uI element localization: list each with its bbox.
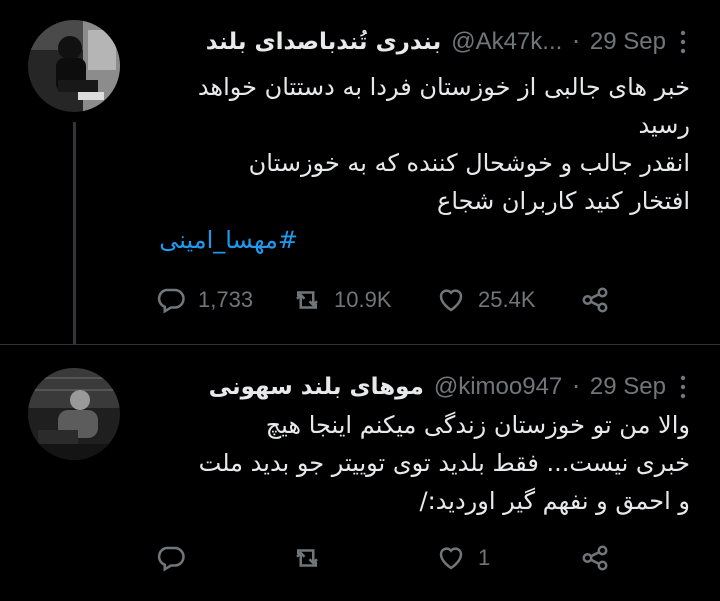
share-icon <box>582 287 608 313</box>
tweet-actions: 1 <box>150 538 620 578</box>
retweet-button[interactable]: 10.9K <box>292 280 392 320</box>
tweet-line: خبری نیست... فقط بلدید توی توییتر جو بدی… <box>198 449 690 477</box>
like-button[interactable]: 1 <box>436 538 490 578</box>
share-button[interactable] <box>580 280 610 320</box>
reply-button[interactable]: 1,733 <box>156 280 253 320</box>
tweet-line: انقدر جالب و خوشحال کننده که به خوزستان <box>248 149 690 177</box>
display-name[interactable]: موهای بلند سهونی <box>209 374 424 400</box>
display-name[interactable]: بندری تُندباصدای بلند <box>206 29 441 55</box>
tweet-line: افتخار کنید کاربران شجاع <box>437 187 690 215</box>
more-icon[interactable] <box>676 29 690 55</box>
like-count: 1 <box>478 545 491 570</box>
tweet-actions: 1,733 10.9K 25.4K <box>150 280 620 320</box>
like-icon <box>439 289 463 312</box>
reply-button[interactable] <box>156 538 198 578</box>
tweet-1[interactable]: بندری تُندباصدای بلند @Ak47k... · 29 Sep… <box>0 0 720 345</box>
separator: · <box>572 373 580 401</box>
tweet-text: خبر های جالبی از خوزستان فردا به دستتان … <box>150 68 690 220</box>
retweet-button[interactable] <box>292 538 334 578</box>
retweet-icon <box>296 549 318 567</box>
tweet-line: والا من تو خوزستان زندگی میکنم اینجا هیچ <box>265 411 690 439</box>
reply-icon <box>157 546 185 572</box>
tweet-header: موهای بلند سهونی @kimoo947 · 29 Sep <box>209 367 690 407</box>
timestamp[interactable]: 29 Sep <box>590 373 666 401</box>
avatar[interactable] <box>28 20 120 112</box>
more-icon[interactable] <box>676 374 690 400</box>
like-count: 25.4K <box>478 287 536 312</box>
share-icon <box>582 545 608 571</box>
tweet-line: خبر های جالبی از خوزستان فردا به دستتان … <box>197 73 690 101</box>
like-button[interactable]: 25.4K <box>436 280 536 320</box>
timestamp[interactable]: 29 Sep <box>590 28 666 56</box>
share-button[interactable] <box>580 538 610 578</box>
tweet-text: والا من تو خوزستان زندگی میکنم اینجا هیچ… <box>150 406 690 520</box>
like-icon <box>439 547 463 570</box>
tweet-line: و احمق و نفهم گیر اوردید:/ <box>419 487 690 515</box>
tweet-header: بندری تُندباصدای بلند @Ak47k... · 29 Sep <box>206 22 690 62</box>
tweet-line: رسید <box>638 111 690 139</box>
handle[interactable]: @Ak47k... <box>451 28 562 56</box>
hashtag-link[interactable]: #مهسا_امینی <box>159 226 298 254</box>
separator: · <box>572 28 580 56</box>
reply-count: 1,733 <box>198 287 254 312</box>
handle[interactable]: @kimoo947 <box>434 373 562 401</box>
reply-icon <box>157 288 185 314</box>
retweet-count: 10.9K <box>334 287 392 312</box>
thread-line <box>73 122 76 344</box>
avatar[interactable] <box>28 368 120 460</box>
retweet-icon <box>296 291 318 309</box>
